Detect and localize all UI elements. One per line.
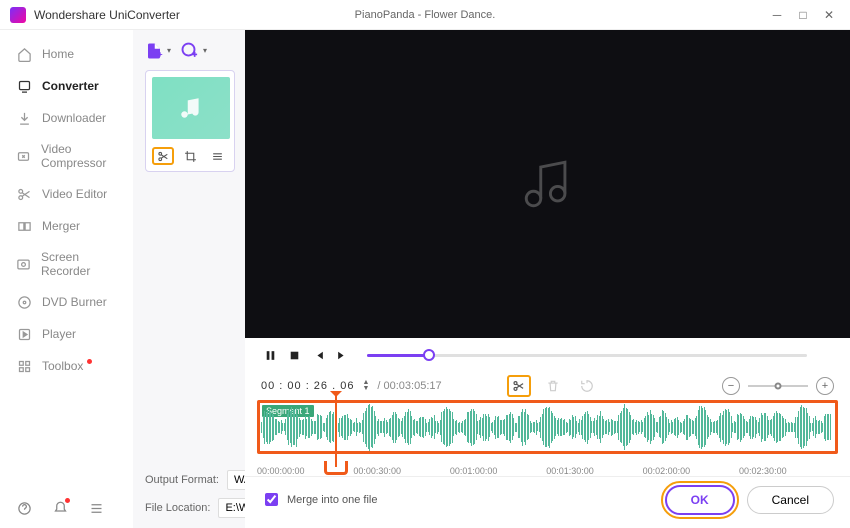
add-file-button[interactable]: +▾	[145, 42, 163, 60]
ok-button[interactable]: OK	[665, 485, 735, 515]
preview-area	[245, 30, 850, 338]
ruler-tick: 00:01:30:00	[546, 466, 594, 476]
thumbnail-image	[152, 77, 230, 139]
editor-panel: 00 : 00 : 26 . 06 ▲▼ / 00:03:05:17 − + S…	[245, 30, 850, 528]
prev-button[interactable]	[309, 346, 327, 364]
ruler-tick	[835, 466, 838, 476]
menu-icon[interactable]	[88, 500, 104, 516]
playhead[interactable]	[335, 393, 337, 467]
zoom-slider[interactable]	[748, 385, 808, 387]
zoom-out-button[interactable]: −	[722, 377, 740, 395]
file-title: PianoPanda - Flower Dance.	[355, 9, 496, 21]
sidebar-item-converter[interactable]: Converter	[0, 70, 133, 102]
next-button[interactable]	[333, 346, 351, 364]
total-duration: / 00:03:05:17	[377, 380, 441, 392]
disc-icon	[16, 294, 32, 310]
merge-checkbox[interactable]: Merge into one file	[261, 490, 378, 509]
sidebar-item-dvd-burner[interactable]: DVD Burner	[0, 286, 133, 318]
sidebar-item-merger[interactable]: Merger	[0, 210, 133, 242]
sidebar: Home Converter Downloader Video Compress…	[0, 30, 133, 528]
transport-bar	[245, 338, 850, 372]
merger-icon	[16, 218, 32, 234]
ruler-tick: 00:02:30:00	[739, 466, 787, 476]
converter-icon	[16, 78, 32, 94]
crop-button[interactable]	[179, 147, 201, 165]
home-icon	[16, 46, 32, 62]
compressor-icon	[16, 148, 31, 164]
scissors-icon	[16, 186, 32, 202]
sidebar-item-compressor[interactable]: Video Compressor	[0, 134, 133, 178]
bell-icon[interactable]	[52, 500, 68, 516]
undo-tool[interactable]	[575, 375, 599, 397]
sidebar-item-home[interactable]: Home	[0, 38, 133, 70]
ruler-tick: 00:00:00:00	[257, 466, 305, 476]
minimize-button[interactable]: ─	[766, 4, 788, 26]
close-button[interactable]: ✕	[818, 4, 840, 26]
progress-slider[interactable]	[367, 354, 807, 357]
cut-tool[interactable]	[507, 375, 531, 397]
add-url-button[interactable]: +▾	[181, 42, 199, 60]
waveform-segment[interactable]: Segment 1	[257, 400, 838, 454]
sidebar-item-video-editor[interactable]: Video Editor	[0, 178, 133, 210]
play-icon	[16, 326, 32, 342]
cancel-button[interactable]: Cancel	[747, 486, 834, 514]
file-location-label: File Location:	[145, 502, 210, 514]
time-ruler: 00:00:00:00 00:00:30:00 00:01:00:00 00:0…	[257, 458, 838, 476]
sidebar-item-player[interactable]: Player	[0, 318, 133, 350]
delete-tool[interactable]	[541, 375, 565, 397]
svg-text:+: +	[158, 50, 163, 59]
media-thumbnail[interactable]	[145, 70, 235, 172]
help-icon[interactable]	[16, 500, 32, 516]
app-title: Wondershare UniConverter	[34, 8, 180, 22]
sidebar-item-downloader[interactable]: Downloader	[0, 102, 133, 134]
ruler-tick: 00:01:00:00	[450, 466, 498, 476]
trim-button[interactable]	[152, 147, 174, 165]
pause-button[interactable]	[261, 346, 279, 364]
sidebar-item-toolbox[interactable]: Toolbox	[0, 350, 133, 382]
zoom-in-button[interactable]: +	[816, 377, 834, 395]
recorder-icon	[16, 256, 31, 272]
sidebar-item-screen-recorder[interactable]: Screen Recorder	[0, 242, 133, 286]
ruler-tick: 00:00:30:00	[353, 466, 401, 476]
svg-text:+: +	[192, 50, 197, 59]
grid-icon	[16, 358, 32, 374]
download-icon	[16, 110, 32, 126]
app-logo-icon	[10, 7, 26, 23]
maximize-button[interactable]: □	[792, 4, 814, 26]
ruler-tick: 00:02:00:00	[643, 466, 691, 476]
output-format-label: Output Format:	[145, 474, 219, 486]
stop-button[interactable]	[285, 346, 303, 364]
more-button[interactable]	[206, 147, 228, 165]
time-stepper[interactable]: ▲▼	[362, 380, 369, 392]
titlebar: Wondershare UniConverter PianoPanda - Fl…	[0, 0, 850, 30]
waveform-display	[260, 403, 835, 451]
